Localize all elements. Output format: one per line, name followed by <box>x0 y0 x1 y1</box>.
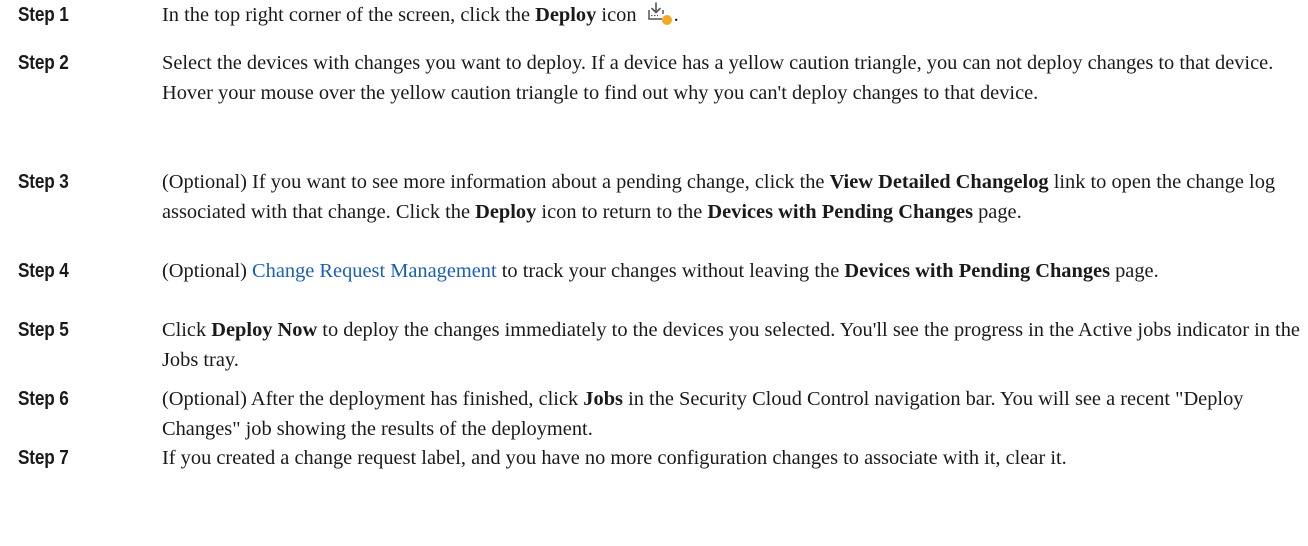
step-text-run: to deploy the changes immediately to the… <box>162 319 1300 371</box>
change-request-management-link[interactable]: Change Request Management <box>252 260 497 282</box>
deploy-icon <box>646 1 674 27</box>
bold-term: Deploy <box>535 4 597 26</box>
step-label: Step 4 <box>18 260 69 282</box>
step-text: (Optional) After the deployment has fini… <box>162 384 1302 444</box>
step-text: (Optional) Change Request Management to … <box>162 256 1302 286</box>
step-label: Step 6 <box>18 388 69 410</box>
step-text-run: (Optional) <box>162 260 253 282</box>
step-text-run: If you created a change request label, a… <box>162 447 1067 469</box>
step-label: Step 3 <box>18 171 69 193</box>
bold-term: Devices with Pending Changes <box>707 201 973 223</box>
step-text: If you created a change request label, a… <box>162 443 1302 473</box>
step-text-run: In the top right corner of the screen, c… <box>162 4 536 26</box>
step-text-run: icon to return to the <box>536 201 708 223</box>
bold-term: Deploy <box>475 201 537 223</box>
bold-term: Jobs <box>583 388 623 410</box>
step-text-run: . <box>673 4 679 26</box>
step-text-run: (Optional) If you want to see more infor… <box>162 171 830 193</box>
step-text: Click Deploy Now to deploy the changes i… <box>162 315 1302 375</box>
step-text-run: (Optional) After the deployment has fini… <box>162 388 584 410</box>
bold-term: View Detailed Changelog <box>829 171 1049 193</box>
step-label: Step 1 <box>18 4 69 26</box>
step-text-run: icon <box>596 4 642 26</box>
bold-term: Deploy Now <box>211 319 318 341</box>
bold-term: Devices with Pending Changes <box>844 260 1111 282</box>
step-text-run: Click <box>162 319 212 341</box>
step-label: Step 5 <box>18 319 69 341</box>
step-text-run: to track your changes without leaving th… <box>496 260 845 282</box>
step-label: Step 7 <box>18 447 69 469</box>
step-text-run: Select the devices with changes you want… <box>162 52 1274 104</box>
step-text-run: page. <box>973 201 1022 223</box>
step-text: Select the devices with changes you want… <box>162 48 1302 108</box>
step-text: (Optional) If you want to see more infor… <box>162 167 1302 227</box>
step-text-run: page. <box>1110 260 1159 282</box>
step-label: Step 2 <box>18 52 69 74</box>
step-text: In the top right corner of the screen, c… <box>162 0 1302 30</box>
